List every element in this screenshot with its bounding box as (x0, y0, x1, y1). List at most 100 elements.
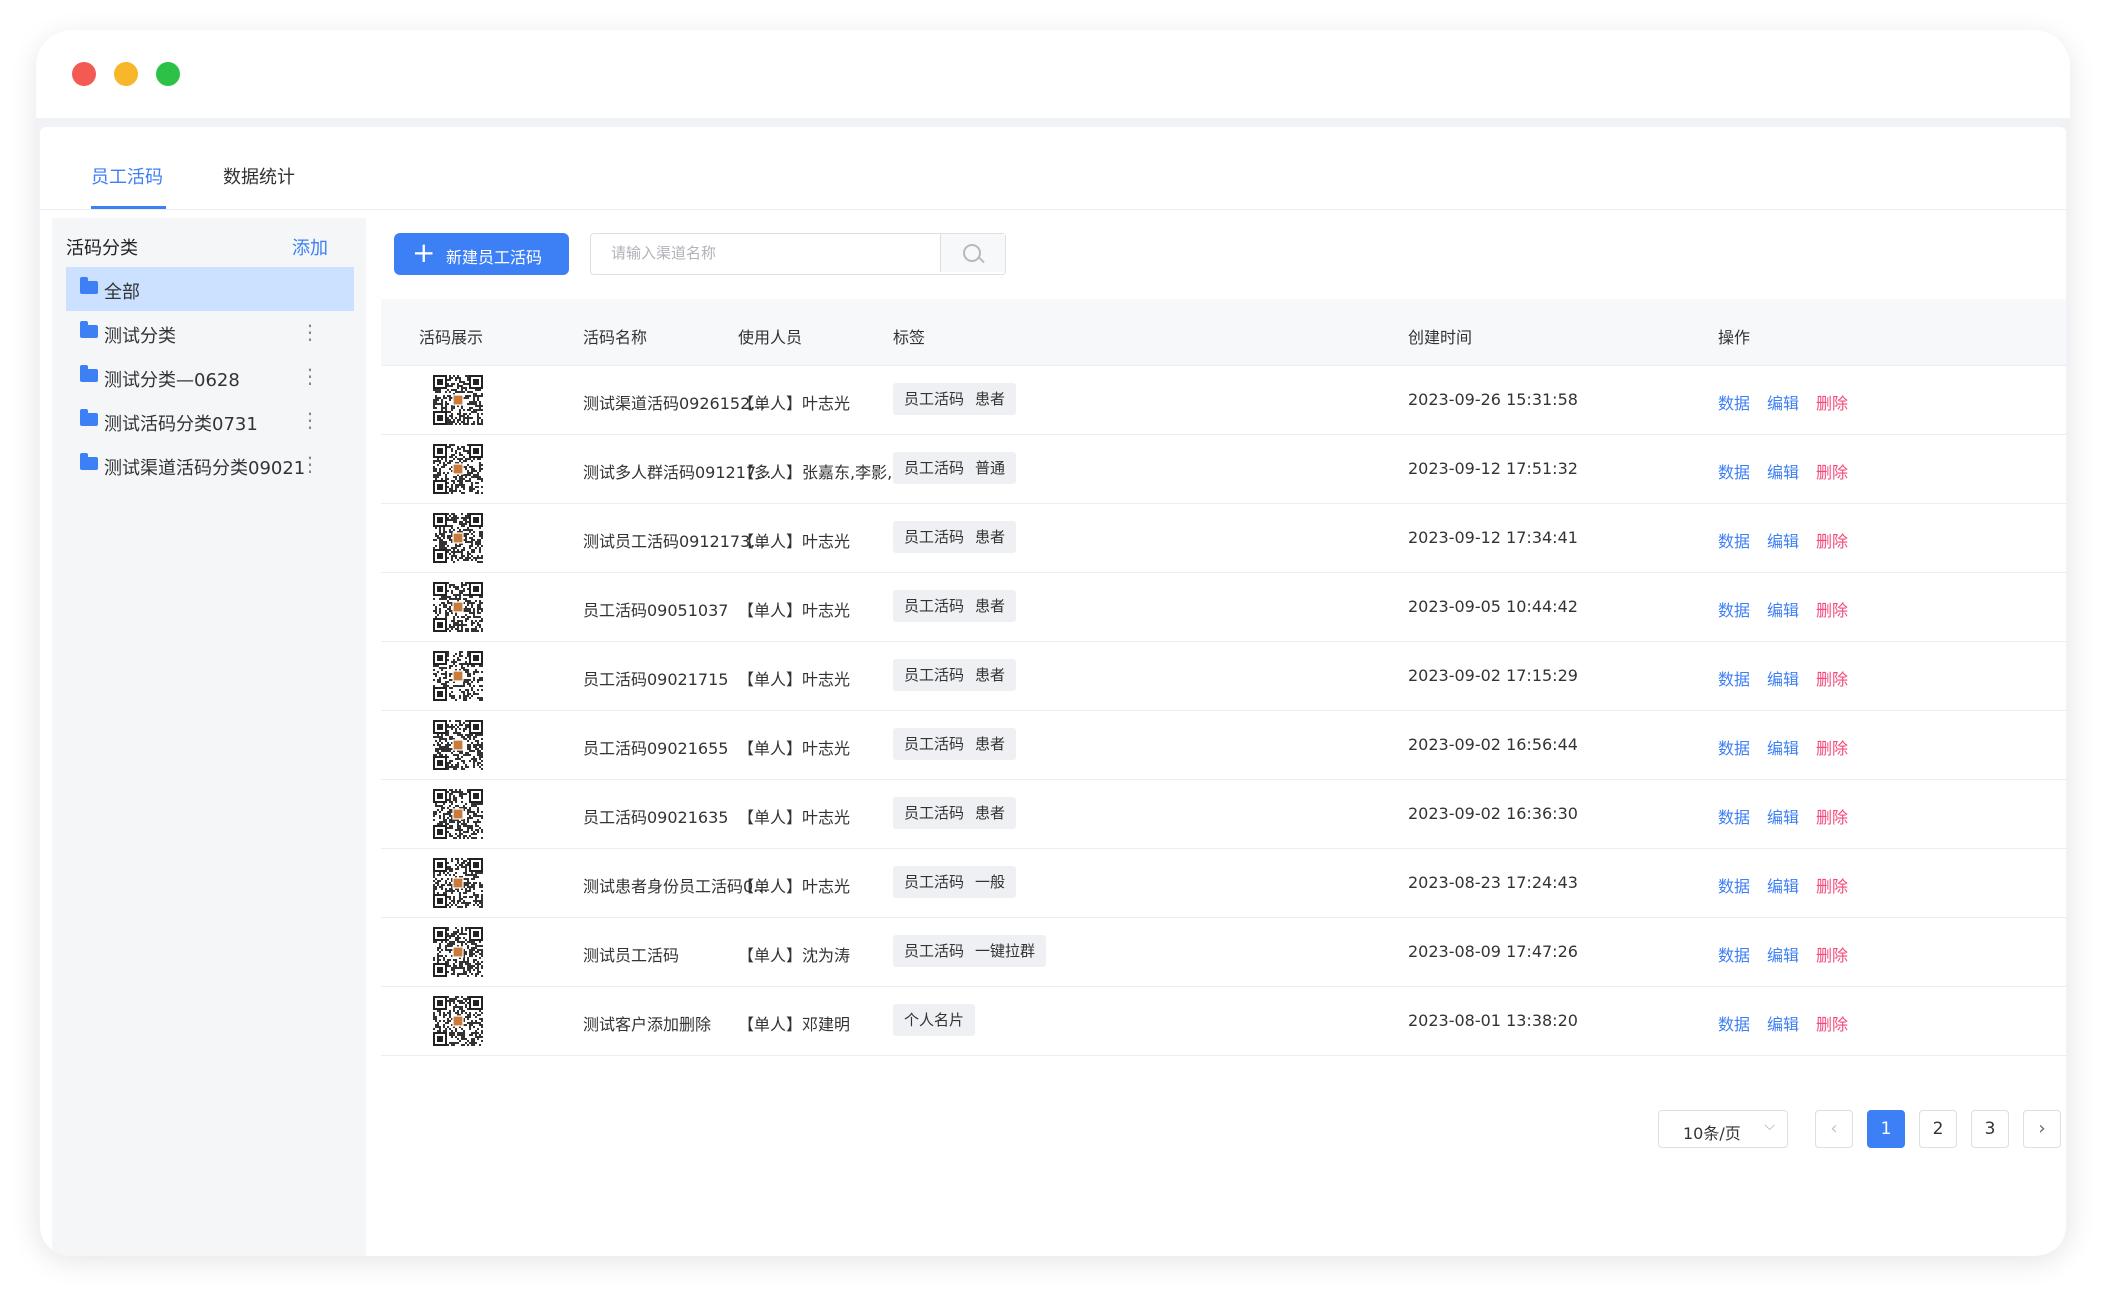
tab-statistics[interactable]: 数据统计 (223, 163, 295, 189)
more-vertical-icon[interactable]: ⋮ (300, 363, 320, 389)
tag-badge: 员工活码 (893, 728, 976, 760)
category-label: 全部 (104, 282, 140, 303)
code-table: 活码展示 活码名称 使用人员 标签 创建时间 操作 测试渠道活码0926152.… (381, 299, 2066, 1056)
qr-code-image[interactable] (433, 375, 483, 425)
delete-link[interactable]: 删除 (1816, 1011, 1848, 1035)
category-label: 测试渠道活码分类09021 (104, 458, 306, 479)
code-user: 【单人】叶志光 (738, 670, 851, 689)
qr-code-image[interactable] (433, 858, 483, 908)
table-row: 员工活码09051037 【单人】叶志光 员工活码 患者 2023-09-05 10:4… (381, 573, 2066, 642)
page-button-1[interactable]: 1 (1867, 1110, 1905, 1148)
created-time: 2023-08-23 17:24:43 (1408, 873, 1578, 892)
delete-link[interactable]: 删除 (1816, 459, 1848, 483)
created-time: 2023-09-02 16:56:44 (1408, 735, 1578, 754)
data-link[interactable]: 数据 (1718, 666, 1750, 690)
delete-link[interactable]: 删除 (1816, 528, 1848, 552)
category-item[interactable]: 测试分类 ⋮ (66, 311, 354, 355)
search-icon (963, 244, 981, 262)
data-link[interactable]: 数据 (1718, 804, 1750, 828)
data-link[interactable]: 数据 (1718, 873, 1750, 897)
edit-link[interactable]: 编辑 (1767, 735, 1799, 759)
qr-code-image[interactable] (433, 996, 483, 1046)
delete-link[interactable]: 删除 (1816, 873, 1848, 897)
delete-link[interactable]: 删除 (1816, 666, 1848, 690)
qr-code-image[interactable] (433, 444, 483, 494)
search-box (590, 233, 1006, 275)
created-time: 2023-09-02 16:36:30 (1408, 804, 1578, 823)
maximize-window-button[interactable] (156, 62, 180, 86)
code-name: 员工活码09021655 (583, 739, 729, 758)
code-user: 【单人】叶志光 (738, 877, 851, 896)
close-window-button[interactable] (72, 62, 96, 86)
data-link[interactable]: 数据 (1718, 390, 1750, 414)
qr-code-image[interactable] (433, 789, 483, 839)
qr-code-image[interactable] (433, 720, 483, 770)
edit-link[interactable]: 编辑 (1767, 873, 1799, 897)
delete-link[interactable]: 删除 (1816, 804, 1848, 828)
minimize-window-button[interactable] (114, 62, 138, 86)
edit-link[interactable]: 编辑 (1767, 597, 1799, 621)
table-row: 测试患者身份员工活码0... 【单人】叶志光 员工活码 一般 2023-08-23 17… (381, 849, 2066, 918)
main-panel: 员工活码 数据统计 活码分类 添加 全部 测试分类 ⋮ 测试分类—0628 ⋮ (40, 127, 2066, 1256)
category-item[interactable]: 测试分类—0628 ⋮ (66, 355, 354, 399)
more-vertical-icon[interactable]: ⋮ (300, 451, 320, 477)
data-link[interactable]: 数据 (1718, 528, 1750, 552)
sidebar-header: 活码分类 添加 (66, 234, 356, 264)
category-item[interactable]: 测试渠道活码分类09021 ⋮ (66, 443, 354, 487)
delete-link[interactable]: 删除 (1816, 597, 1848, 621)
delete-link[interactable]: 删除 (1816, 942, 1848, 966)
code-user: 【单人】叶志光 (738, 601, 851, 620)
created-time: 2023-09-02 17:15:29 (1408, 666, 1578, 685)
edit-link[interactable]: 编辑 (1767, 804, 1799, 828)
created-time: 2023-09-12 17:34:41 (1408, 528, 1578, 547)
page-size-select[interactable]: 10条/页 ⌵ (1658, 1110, 1788, 1148)
edit-link[interactable]: 编辑 (1767, 528, 1799, 552)
table-row: 测试客户添加删除 【单人】邓建明 个人名片 2023-08-01 13:38:20 数据… (381, 987, 2066, 1056)
code-name: 员工活码09021715 (583, 670, 729, 689)
tag-badge: 员工活码 (893, 452, 976, 484)
qr-code-image[interactable] (433, 513, 483, 563)
category-item[interactable]: 测试活码分类0731 ⋮ (66, 399, 354, 443)
code-name: 测试客户添加删除 (583, 1015, 712, 1034)
column-header-qr: 活码展示 (419, 328, 484, 347)
qr-code-image[interactable] (433, 927, 483, 977)
table-header: 活码展示 活码名称 使用人员 标签 创建时间 操作 (381, 299, 2066, 366)
code-user: 【单人】邓建明 (738, 1015, 851, 1034)
data-link[interactable]: 数据 (1718, 459, 1750, 483)
category-label: 测试分类 (104, 326, 176, 347)
edit-link[interactable]: 编辑 (1767, 390, 1799, 414)
qr-code-image[interactable] (433, 582, 483, 632)
delete-link[interactable]: 删除 (1816, 735, 1848, 759)
qr-code-image[interactable] (433, 651, 483, 701)
new-employee-code-button[interactable]: + 新建员工活码 (394, 233, 569, 275)
category-item-all[interactable]: 全部 (66, 267, 354, 311)
next-page-button[interactable]: › (2023, 1110, 2061, 1148)
search-input[interactable] (591, 234, 951, 272)
tag-badge: 员工活码 (893, 866, 976, 898)
search-button[interactable] (940, 234, 1005, 272)
column-header-tags: 标签 (893, 328, 926, 347)
code-user: 【单人】沈为涛 (738, 946, 851, 965)
edit-link[interactable]: 编辑 (1767, 1011, 1799, 1035)
data-link[interactable]: 数据 (1718, 597, 1750, 621)
data-link[interactable]: 数据 (1718, 1011, 1750, 1035)
more-vertical-icon[interactable]: ⋮ (300, 407, 320, 433)
page-button-2[interactable]: 2 (1919, 1110, 1957, 1148)
tag-badge: 一键拉群 (964, 935, 1047, 967)
tag-badge: 患者 (964, 590, 1017, 622)
add-category-button[interactable]: 添加 (292, 234, 328, 260)
tab-employee-code[interactable]: 员工活码 (91, 163, 163, 189)
table-body: 测试渠道活码0926152... 【单人】叶志光 员工活码 患者 2023-09-26 … (381, 366, 2066, 1056)
prev-page-button[interactable]: ‹ (1815, 1110, 1853, 1148)
table-row: 员工活码09021635 【单人】叶志光 员工活码 患者 2023-09-02 16:3… (381, 780, 2066, 849)
page-button-3[interactable]: 3 (1971, 1110, 2009, 1148)
edit-link[interactable]: 编辑 (1767, 666, 1799, 690)
edit-link[interactable]: 编辑 (1767, 459, 1799, 483)
edit-link[interactable]: 编辑 (1767, 942, 1799, 966)
folder-icon (80, 409, 98, 426)
chevron-down-icon: ⌵ (1764, 1118, 1775, 1134)
more-vertical-icon[interactable]: ⋮ (300, 319, 320, 345)
data-link[interactable]: 数据 (1718, 942, 1750, 966)
data-link[interactable]: 数据 (1718, 735, 1750, 759)
delete-link[interactable]: 删除 (1816, 390, 1848, 414)
